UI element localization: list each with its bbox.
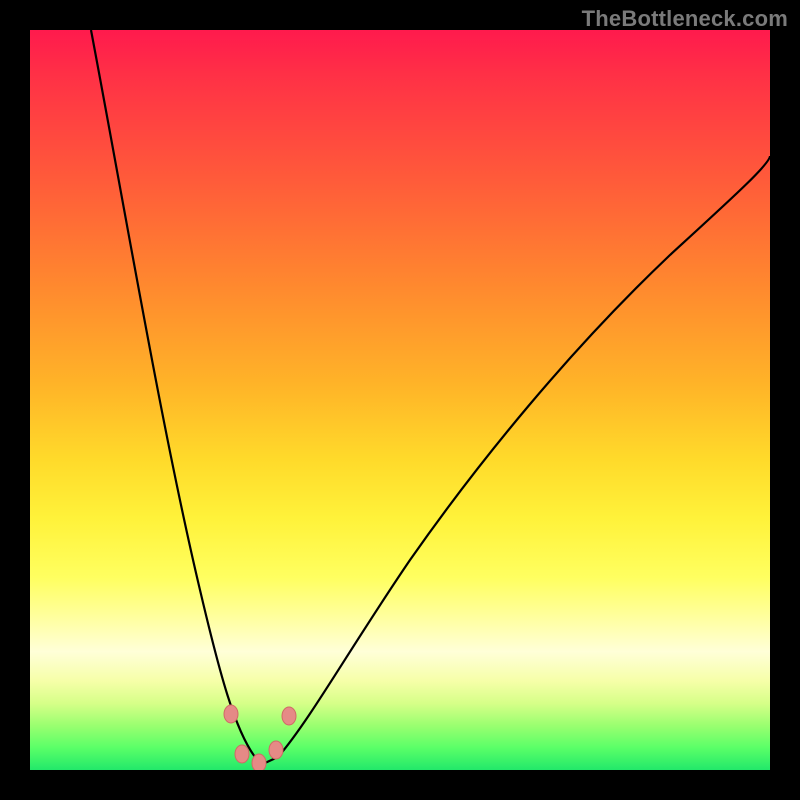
curve-left-arm (91, 30, 265, 763)
curve-right-arm (265, 156, 770, 763)
watermark-text: TheBottleneck.com (582, 6, 788, 32)
curve-marker (282, 707, 296, 725)
curve-marker (252, 754, 266, 770)
chart-frame: TheBottleneck.com (0, 0, 800, 800)
chart-plot-area (30, 30, 770, 770)
curve-marker (235, 745, 249, 763)
curve-marker (269, 741, 283, 759)
bottleneck-curve (30, 30, 770, 770)
curve-marker (224, 705, 238, 723)
